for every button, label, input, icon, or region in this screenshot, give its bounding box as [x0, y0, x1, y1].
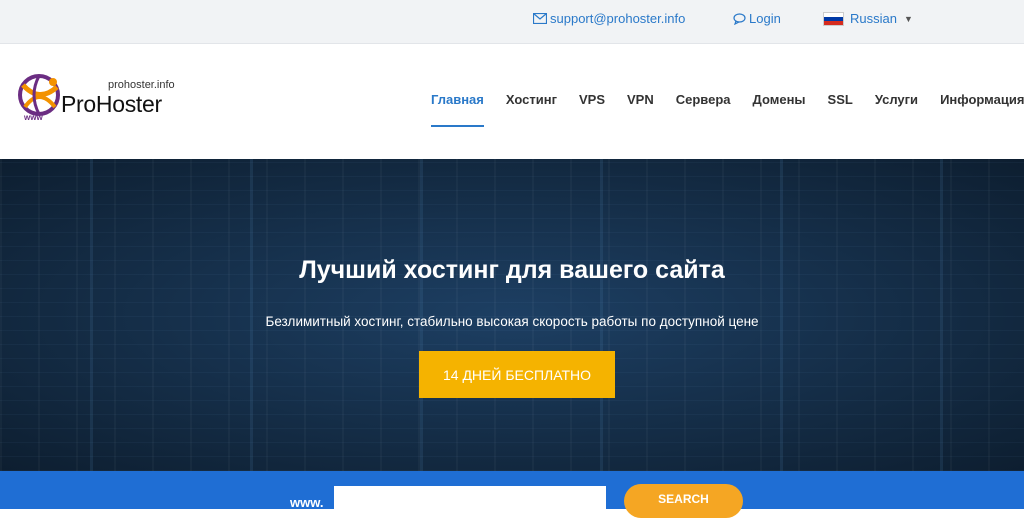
nav-item-vps[interactable]: VPS — [579, 92, 605, 126]
site-header: prohoster.info ProHoster www Главная Хос… — [0, 44, 1024, 159]
logo-www-text: www — [24, 113, 43, 122]
nav-item-hosting[interactable]: Хостинг — [506, 92, 557, 126]
logo-name-text: ProHoster — [61, 91, 162, 117]
login-text: Login — [749, 11, 781, 26]
hero-subtitle: Безлимитный хостинг, стабильно высокая с… — [265, 314, 759, 329]
chat-bubble-icon — [733, 12, 746, 25]
domain-search-input[interactable] — [334, 486, 606, 516]
nav-item-info[interactable]: Информация — [940, 92, 1024, 126]
nav-item-vpn[interactable]: VPN — [627, 92, 654, 126]
www-prefix-label: www. — [290, 495, 324, 510]
nav-item-ssl[interactable]: SSL — [828, 92, 853, 126]
nav-item-servers[interactable]: Сервера — [676, 92, 731, 126]
nav-item-services[interactable]: Услуги — [875, 92, 918, 126]
domain-search-bar: www. SEARCH — [0, 471, 1024, 518]
login-link[interactable]: Login — [733, 11, 781, 26]
envelope-icon — [533, 13, 547, 24]
language-selector[interactable]: Russian ▼ — [823, 11, 913, 26]
nav-item-home[interactable]: Главная — [431, 92, 484, 127]
support-email-link[interactable]: support@prohoster.info — [533, 11, 685, 26]
main-nav: Главная Хостинг VPS VPN Сервера Домены S… — [431, 92, 1024, 127]
language-label: Russian — [850, 11, 897, 26]
top-bar: support@prohoster.info Login Russian ▼ — [0, 0, 1024, 44]
hero-title: Лучший хостинг для вашего сайта — [299, 256, 725, 284]
hero-banner: Лучший хостинг для вашего сайта Безлимит… — [0, 159, 1024, 471]
russia-flag-icon — [823, 11, 844, 26]
chevron-down-icon: ▼ — [903, 13, 913, 24]
logo-domain-text: prohoster.info — [108, 79, 175, 91]
domain-search-button[interactable]: SEARCH — [624, 484, 743, 518]
support-email-text: support@prohoster.info — [550, 11, 686, 26]
prohoster-logo[interactable]: prohoster.info ProHoster www — [17, 73, 187, 133]
nav-item-domains[interactable]: Домены — [753, 92, 806, 126]
free-trial-button[interactable]: 14 ДНЕЙ БЕСПЛАТНО — [419, 351, 615, 398]
